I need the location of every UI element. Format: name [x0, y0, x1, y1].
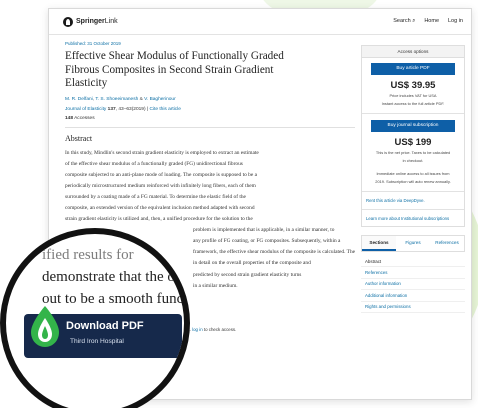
top-bar: SpringerLink Search ⌕ Home Log in — [49, 9, 471, 35]
subscription-note: Immediate online access to all issues fr… — [376, 171, 450, 176]
magnifier-lens: ified results for demonstrate that the o… — [0, 228, 190, 408]
tab-references[interactable]: References — [430, 236, 464, 251]
divider — [362, 191, 464, 192]
pdf-price: US$ 39.95 — [390, 80, 436, 91]
login-link[interactable]: log in — [192, 327, 203, 332]
tab-sections[interactable]: Sections — [362, 236, 396, 251]
nav-login[interactable]: Log in — [448, 18, 463, 25]
published-date: Published: 31 October 2019 — [65, 41, 121, 46]
abstract-heading: Abstract — [65, 133, 93, 143]
magnified-line: ified results for — [42, 247, 134, 263]
divider — [362, 209, 464, 210]
author-link[interactable]: T. S. Shoeeimanesh — [95, 97, 138, 102]
section-list: Abstract References Author information A… — [361, 256, 465, 313]
abstract-line: In this study, Mindlin's second strain g… — [65, 149, 259, 156]
journal-volume: 137 — [107, 106, 116, 112]
search-icon: ⌕ — [412, 18, 416, 24]
section-item-references[interactable]: References — [361, 267, 465, 279]
rent-deepdyve-link[interactable]: Rent this article via DeepDyve. — [366, 198, 460, 203]
magnified-line: out to be a smooth functi — [42, 291, 190, 307]
buy-subscription-button[interactable]: Buy journal subscription — [371, 120, 455, 132]
magnified-text: ified results for demonstrate that the o… — [42, 244, 190, 310]
nav-search[interactable]: Search ⌕ — [393, 18, 415, 25]
journal-citation: Journal of Elasticity 137, 43–63(2019) |… — [65, 106, 181, 112]
institutional-subscriptions-link[interactable]: Learn more about Institutional subscript… — [366, 216, 460, 221]
abstract-line: periodically microstructured medium rein… — [65, 182, 256, 189]
author-link[interactable]: M. R. Delfani — [65, 97, 93, 102]
springer-logo[interactable]: SpringerLink — [63, 16, 118, 27]
subscription-note: This is the net price. Taxes to be calcu… — [375, 150, 451, 155]
abstract-line: strain gradient elasticity is utilized a… — [65, 216, 253, 223]
accesses-metric: 148 Accesses — [65, 115, 95, 121]
author-list: M. R. Delfani, T. S. Shoeeimanesh & V. B… — [65, 96, 176, 102]
magnified-line: demonstrate that the o — [42, 269, 175, 285]
abstract-line: composite subjected to an anti-plane mod… — [65, 171, 257, 178]
title-line: Fibrous Composites in Second Strain Grad… — [65, 63, 274, 76]
abstract-line: composite, an extended version of the eq… — [65, 204, 255, 211]
subscription-note: 2019. Subscription will auto renew annua… — [375, 179, 451, 184]
title-line: Elasticity — [65, 77, 108, 89]
article-title: Effective Shear Modulus of Functionally … — [65, 50, 355, 91]
access-options-header: Access options — [362, 46, 464, 58]
journal-pages: , 43–63(2019) — [115, 106, 146, 112]
section-item-author-information[interactable]: Author information — [361, 279, 465, 291]
nav-home[interactable]: Home — [424, 18, 439, 25]
abstract-line: surrounded by a coating made of a FG mat… — [65, 193, 246, 200]
journal-link[interactable]: Journal of Elasticity — [65, 107, 106, 112]
cite-link[interactable]: Cite this article — [149, 107, 180, 112]
download-pdf-label: Download PDF — [66, 320, 144, 332]
springer-logo-icon — [63, 16, 73, 27]
pdf-access-note: Instant access to the full article PDF. — [381, 101, 445, 106]
title-line: Effective Shear Modulus of Functionally … — [65, 50, 284, 62]
download-pdf-sublabel: Third Iron Hospital — [70, 338, 124, 345]
access-sidebar: Access options Buy article PDF US$ 39.95… — [361, 45, 465, 313]
divider — [65, 126, 355, 128]
section-item-rights-and-permissions[interactable]: Rights and permissions — [361, 302, 465, 313]
buy-article-pdf-button[interactable]: Buy article PDF — [371, 63, 455, 75]
sidebar-tabs: Sections Figures References — [361, 235, 465, 252]
author-link[interactable]: V. Bagherinour — [144, 97, 176, 102]
section-item-abstract[interactable]: Abstract — [361, 256, 465, 268]
access-options-box: Access options Buy article PDF US$ 39.95… — [361, 45, 465, 227]
pdf-tax-note: Price includes VAT for USA — [389, 93, 437, 98]
download-drop-icon — [31, 306, 59, 347]
subscription-price: US$ 199 — [394, 137, 432, 148]
brand-name: SpringerLink — [76, 18, 118, 25]
divider — [362, 113, 464, 114]
tab-figures[interactable]: Figures — [396, 236, 430, 251]
abstract-line: of the effective shear modulus of a func… — [65, 160, 243, 167]
top-nav: Search ⌕ Home Log in — [393, 18, 463, 25]
section-item-additional-information[interactable]: Additional information — [361, 290, 465, 302]
